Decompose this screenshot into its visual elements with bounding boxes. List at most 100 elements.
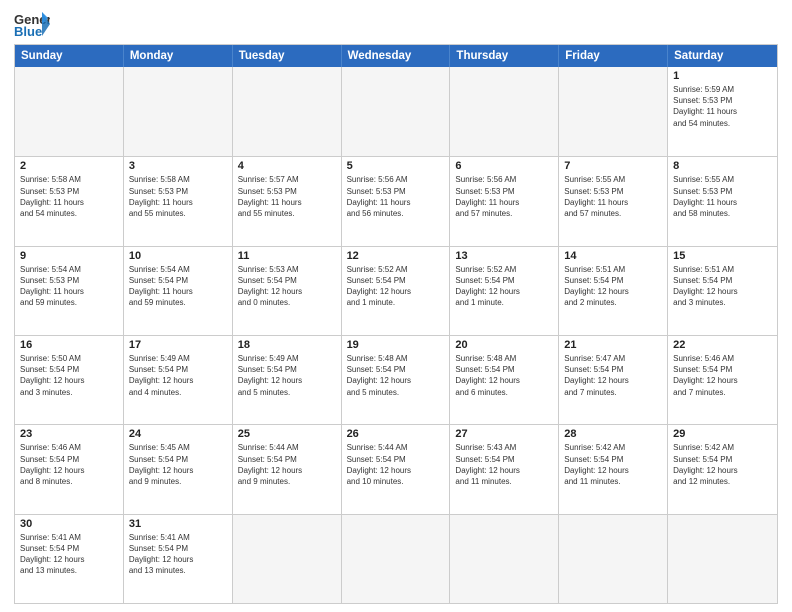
calendar-cell: 28 Sunrise: 5:42 AM Sunset: 5:54 PM Dayli… — [559, 425, 668, 513]
weekday-header-friday: Friday — [559, 45, 668, 67]
day-info: Sunrise: 5:46 AM Sunset: 5:54 PM Dayligh… — [20, 442, 118, 487]
day-info: Sunrise: 5:54 AM Sunset: 5:54 PM Dayligh… — [129, 264, 227, 309]
calendar-week-4: 16 Sunrise: 5:50 AM Sunset: 5:54 PM Dayli… — [15, 335, 777, 424]
day-number: 25 — [238, 428, 336, 440]
day-number: 5 — [347, 160, 445, 172]
day-info: Sunrise: 5:56 AM Sunset: 5:53 PM Dayligh… — [455, 174, 553, 219]
calendar-cell — [342, 67, 451, 156]
day-number: 13 — [455, 250, 553, 262]
calendar-cell: 18 Sunrise: 5:49 AM Sunset: 5:54 PM Dayli… — [233, 336, 342, 424]
calendar-cell: 20 Sunrise: 5:48 AM Sunset: 5:54 PM Dayli… — [450, 336, 559, 424]
weekday-header-tuesday: Tuesday — [233, 45, 342, 67]
calendar-cell: 15Sunrise: 5:51 AM Sunset: 5:54 PM Dayli… — [668, 247, 777, 335]
calendar-cell: 30 Sunrise: 5:41 AM Sunset: 5:54 PM Dayli… — [15, 515, 124, 603]
day-number: 18 — [238, 339, 336, 351]
calendar-cell: 22 Sunrise: 5:46 AM Sunset: 5:54 PM Dayli… — [668, 336, 777, 424]
day-number: 28 — [564, 428, 662, 440]
calendar-cell: 21 Sunrise: 5:47 AM Sunset: 5:54 PM Dayli… — [559, 336, 668, 424]
calendar-cell — [233, 67, 342, 156]
day-info: Sunrise: 5:52 AM Sunset: 5:54 PM Dayligh… — [347, 264, 445, 309]
day-number: 15 — [673, 250, 772, 262]
day-number: 20 — [455, 339, 553, 351]
calendar-week-2: 2 Sunrise: 5:58 AM Sunset: 5:53 PM Daylig… — [15, 156, 777, 245]
logo-icon: General Blue — [14, 10, 50, 38]
svg-text:Blue: Blue — [14, 24, 42, 38]
day-info: Sunrise: 5:50 AM Sunset: 5:54 PM Dayligh… — [20, 353, 118, 398]
calendar-header: SundayMondayTuesdayWednesdayThursdayFrid… — [15, 45, 777, 67]
calendar-cell: 6 Sunrise: 5:56 AM Sunset: 5:53 PM Daylig… — [450, 157, 559, 245]
calendar: SundayMondayTuesdayWednesdayThursdayFrid… — [14, 44, 778, 604]
calendar-cell — [15, 67, 124, 156]
day-info: Sunrise: 5:59 AM Sunset: 5:53 PM Dayligh… — [673, 84, 772, 129]
day-number: 4 — [238, 160, 336, 172]
day-number: 14 — [564, 250, 662, 262]
day-number: 12 — [347, 250, 445, 262]
day-number: 27 — [455, 428, 553, 440]
day-number: 10 — [129, 250, 227, 262]
calendar-cell — [342, 515, 451, 603]
calendar-cell: 31Sunrise: 5:41 AM Sunset: 5:54 PM Dayli… — [124, 515, 233, 603]
day-number: 26 — [347, 428, 445, 440]
weekday-header-wednesday: Wednesday — [342, 45, 451, 67]
day-number: 29 — [673, 428, 772, 440]
calendar-cell: 5 Sunrise: 5:56 AM Sunset: 5:53 PM Daylig… — [342, 157, 451, 245]
calendar-cell — [559, 515, 668, 603]
day-number: 8 — [673, 160, 772, 172]
day-info: Sunrise: 5:45 AM Sunset: 5:54 PM Dayligh… — [129, 442, 227, 487]
day-number: 2 — [20, 160, 118, 172]
calendar-cell: 10 Sunrise: 5:54 AM Sunset: 5:54 PM Dayli… — [124, 247, 233, 335]
page-header: General Blue — [14, 10, 778, 38]
day-info: Sunrise: 5:52 AM Sunset: 5:54 PM Dayligh… — [455, 264, 553, 309]
day-info: Sunrise: 5:44 AM Sunset: 5:54 PM Dayligh… — [347, 442, 445, 487]
day-number: 21 — [564, 339, 662, 351]
weekday-header-saturday: Saturday — [668, 45, 777, 67]
weekday-header-thursday: Thursday — [450, 45, 559, 67]
day-number: 30 — [20, 518, 118, 530]
day-number: 17 — [129, 339, 227, 351]
day-info: Sunrise: 5:43 AM Sunset: 5:54 PM Dayligh… — [455, 442, 553, 487]
day-info: Sunrise: 5:42 AM Sunset: 5:54 PM Dayligh… — [673, 442, 772, 487]
day-info: Sunrise: 5:57 AM Sunset: 5:53 PM Dayligh… — [238, 174, 336, 219]
calendar-week-3: 9Sunrise: 5:54 AM Sunset: 5:53 PM Daylig… — [15, 246, 777, 335]
day-number: 6 — [455, 160, 553, 172]
day-number: 7 — [564, 160, 662, 172]
day-info: Sunrise: 5:58 AM Sunset: 5:53 PM Dayligh… — [20, 174, 118, 219]
calendar-week-5: 23Sunrise: 5:46 AM Sunset: 5:54 PM Dayli… — [15, 424, 777, 513]
calendar-cell — [450, 515, 559, 603]
day-number: 11 — [238, 250, 336, 262]
calendar-week-1: 1 Sunrise: 5:59 AM Sunset: 5:53 PM Daylig… — [15, 67, 777, 156]
calendar-cell: 25 Sunrise: 5:44 AM Sunset: 5:54 PM Dayli… — [233, 425, 342, 513]
calendar-cell: 16 Sunrise: 5:50 AM Sunset: 5:54 PM Dayli… — [15, 336, 124, 424]
calendar-cell: 2 Sunrise: 5:58 AM Sunset: 5:53 PM Daylig… — [15, 157, 124, 245]
day-info: Sunrise: 5:56 AM Sunset: 5:53 PM Dayligh… — [347, 174, 445, 219]
weekday-header-monday: Monday — [124, 45, 233, 67]
day-info: Sunrise: 5:47 AM Sunset: 5:54 PM Dayligh… — [564, 353, 662, 398]
day-info: Sunrise: 5:51 AM Sunset: 5:54 PM Dayligh… — [564, 264, 662, 309]
day-info: Sunrise: 5:58 AM Sunset: 5:53 PM Dayligh… — [129, 174, 227, 219]
day-info: Sunrise: 5:48 AM Sunset: 5:54 PM Dayligh… — [347, 353, 445, 398]
calendar-cell: 11Sunrise: 5:53 AM Sunset: 5:54 PM Dayli… — [233, 247, 342, 335]
day-info: Sunrise: 5:55 AM Sunset: 5:53 PM Dayligh… — [673, 174, 772, 219]
calendar-cell: 9Sunrise: 5:54 AM Sunset: 5:53 PM Daylig… — [15, 247, 124, 335]
calendar-cell — [559, 67, 668, 156]
calendar-cell: 7 Sunrise: 5:55 AM Sunset: 5:53 PM Daylig… — [559, 157, 668, 245]
calendar-cell: 1 Sunrise: 5:59 AM Sunset: 5:53 PM Daylig… — [668, 67, 777, 156]
day-info: Sunrise: 5:48 AM Sunset: 5:54 PM Dayligh… — [455, 353, 553, 398]
day-number: 1 — [673, 70, 772, 82]
calendar-cell: 13 Sunrise: 5:52 AM Sunset: 5:54 PM Dayli… — [450, 247, 559, 335]
day-number: 16 — [20, 339, 118, 351]
day-info: Sunrise: 5:46 AM Sunset: 5:54 PM Dayligh… — [673, 353, 772, 398]
day-info: Sunrise: 5:42 AM Sunset: 5:54 PM Dayligh… — [564, 442, 662, 487]
day-info: Sunrise: 5:55 AM Sunset: 5:53 PM Dayligh… — [564, 174, 662, 219]
calendar-cell: 29 Sunrise: 5:42 AM Sunset: 5:54 PM Dayli… — [668, 425, 777, 513]
calendar-body: 1 Sunrise: 5:59 AM Sunset: 5:53 PM Daylig… — [15, 67, 777, 603]
day-number: 22 — [673, 339, 772, 351]
calendar-cell — [668, 515, 777, 603]
day-info: Sunrise: 5:41 AM Sunset: 5:54 PM Dayligh… — [20, 532, 118, 577]
calendar-cell: 8 Sunrise: 5:55 AM Sunset: 5:53 PM Daylig… — [668, 157, 777, 245]
day-info: Sunrise: 5:54 AM Sunset: 5:53 PM Dayligh… — [20, 264, 118, 309]
day-info: Sunrise: 5:49 AM Sunset: 5:54 PM Dayligh… — [238, 353, 336, 398]
day-info: Sunrise: 5:44 AM Sunset: 5:54 PM Dayligh… — [238, 442, 336, 487]
calendar-week-6: 30 Sunrise: 5:41 AM Sunset: 5:54 PM Dayli… — [15, 514, 777, 603]
calendar-cell: 26 Sunrise: 5:44 AM Sunset: 5:54 PM Dayli… — [342, 425, 451, 513]
